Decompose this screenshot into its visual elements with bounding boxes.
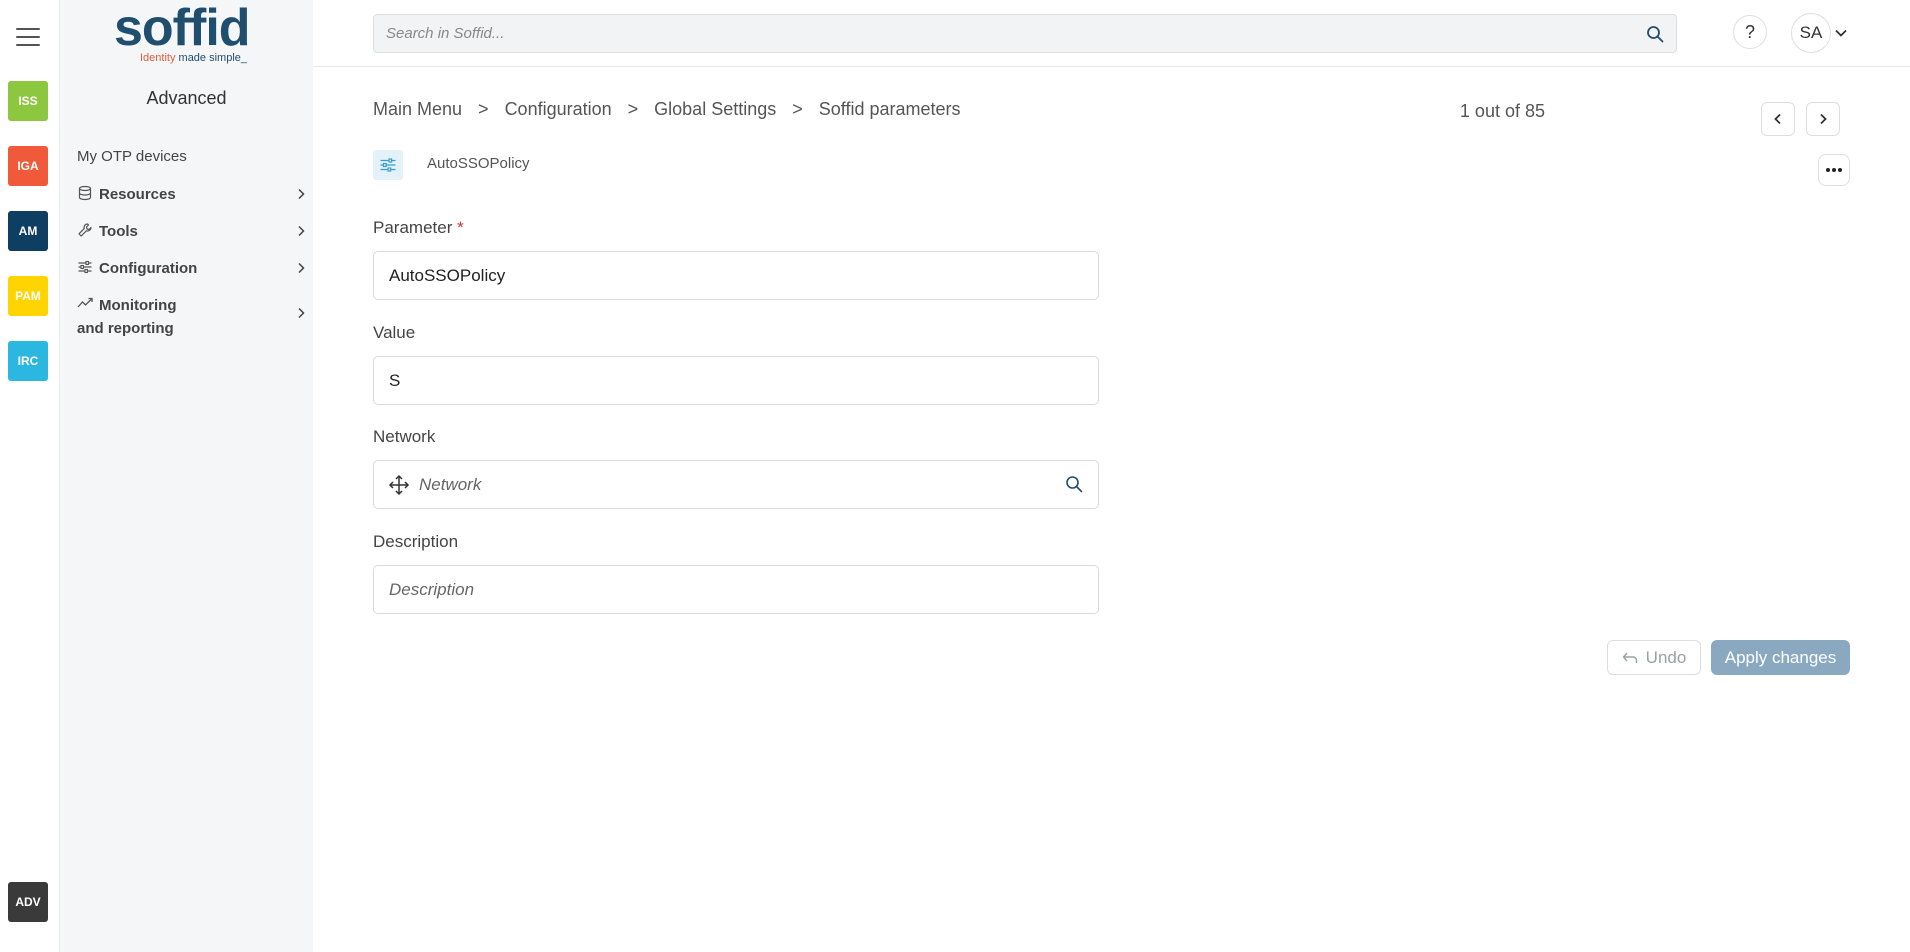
app-tile-adv[interactable]: ADV xyxy=(8,882,48,922)
sidebar-item-label: Resources xyxy=(99,186,176,203)
breadcrumb-main-menu[interactable]: Main Menu xyxy=(373,99,462,120)
sidebar-item-label: My OTP devices xyxy=(77,148,187,165)
app-tile-am[interactable]: AM xyxy=(8,211,48,251)
network-field[interactable] xyxy=(373,460,1099,509)
sidebar-item-tools[interactable]: Tools xyxy=(77,220,307,243)
parameter-type-icon xyxy=(373,150,403,180)
sliders-icon xyxy=(78,260,92,274)
chevron-right-icon xyxy=(298,188,305,200)
sidebar-title: Advanced xyxy=(146,88,227,108)
record-title: AutoSSOPolicy xyxy=(427,155,530,172)
chevron-left-icon xyxy=(1774,113,1781,125)
apply-changes-button[interactable]: Apply changes xyxy=(1711,640,1850,675)
chevron-right-icon xyxy=(298,262,305,274)
breadcrumb-separator: > xyxy=(792,99,803,119)
undo-label: Undo xyxy=(1645,647,1687,667)
top-bar: ? SA xyxy=(313,0,1910,67)
parameter-field[interactable] xyxy=(373,251,1099,300)
next-record-button[interactable] xyxy=(1806,102,1840,136)
ellipsis-icon xyxy=(1826,168,1842,172)
breadcrumb-soffid-parameters[interactable]: Soffid parameters xyxy=(819,99,961,120)
breadcrumb-global-settings[interactable]: Global Settings xyxy=(654,99,776,120)
description-field[interactable] xyxy=(373,565,1099,614)
sidebar-item-configuration[interactable]: Configuration xyxy=(77,257,307,280)
app-tile-iss[interactable]: ISS xyxy=(8,81,48,121)
database-icon xyxy=(78,185,92,201)
move-icon[interactable] xyxy=(388,474,410,496)
app-tile-pam[interactable]: PAM xyxy=(8,276,48,316)
global-search-input[interactable] xyxy=(386,15,1626,52)
sliders-icon xyxy=(380,158,396,172)
description-input[interactable] xyxy=(389,566,1079,613)
more-options-button[interactable] xyxy=(1818,154,1850,186)
chevron-down-icon[interactable] xyxy=(1834,27,1848,39)
network-label: Network xyxy=(373,427,436,446)
breadcrumb: Main Menu > Configuration > Global Setti… xyxy=(373,99,961,120)
global-search[interactable] xyxy=(373,14,1677,53)
search-icon[interactable] xyxy=(1646,25,1664,43)
sidebar-item-label: Tools xyxy=(99,223,138,240)
undo-button[interactable]: Undo xyxy=(1607,640,1701,675)
hamburger-menu-icon[interactable] xyxy=(16,28,40,46)
sidebar-item-my-otp-devices[interactable]: My OTP devices xyxy=(77,145,307,168)
app-tile-irc[interactable]: IRC xyxy=(8,341,48,381)
value-label: Value xyxy=(373,323,416,342)
search-icon[interactable] xyxy=(1065,475,1083,493)
parameter-label: Parameter * xyxy=(373,218,464,237)
undo-icon xyxy=(1622,652,1637,663)
user-avatar[interactable]: SA xyxy=(1791,13,1831,53)
app-tile-iga[interactable]: IGA xyxy=(8,146,48,186)
chart-line-icon xyxy=(77,297,93,308)
help-button[interactable]: ? xyxy=(1733,15,1767,49)
value-field[interactable] xyxy=(373,356,1099,405)
wrench-icon xyxy=(78,223,92,237)
chevron-right-icon xyxy=(1820,113,1827,125)
logo-wordmark: soffid xyxy=(114,0,251,57)
sidebar-item-label: Configuration xyxy=(99,260,198,277)
description-label: Description xyxy=(373,532,459,551)
required-mark: * xyxy=(457,218,464,237)
logo-tagline: Identity made simple_ xyxy=(140,52,248,64)
parameter-input[interactable] xyxy=(389,252,1079,299)
breadcrumb-configuration[interactable]: Configuration xyxy=(505,99,612,120)
sidebar-item-label: Monitoring and reporting xyxy=(77,297,177,337)
pager-text: 1 out of 85 xyxy=(1459,101,1545,121)
soffid-logo[interactable]: soffid Identity made simple_ xyxy=(114,0,264,66)
sidebar: soffid Identity made simple_ Advanced My… xyxy=(60,0,313,952)
chevron-right-icon xyxy=(298,307,305,319)
breadcrumb-separator: > xyxy=(478,99,489,119)
breadcrumb-separator: > xyxy=(627,99,639,119)
sidebar-item-monitoring-and-reporting[interactable]: Monitoring and reporting xyxy=(77,294,307,340)
chevron-right-icon xyxy=(298,225,305,237)
sidebar-item-resources[interactable]: Resources xyxy=(77,183,307,206)
network-input[interactable] xyxy=(419,461,1039,508)
app-rail: ISS IGA AM PAM IRC ADV xyxy=(0,0,60,952)
value-input[interactable] xyxy=(389,357,1079,404)
previous-record-button[interactable] xyxy=(1761,102,1795,136)
